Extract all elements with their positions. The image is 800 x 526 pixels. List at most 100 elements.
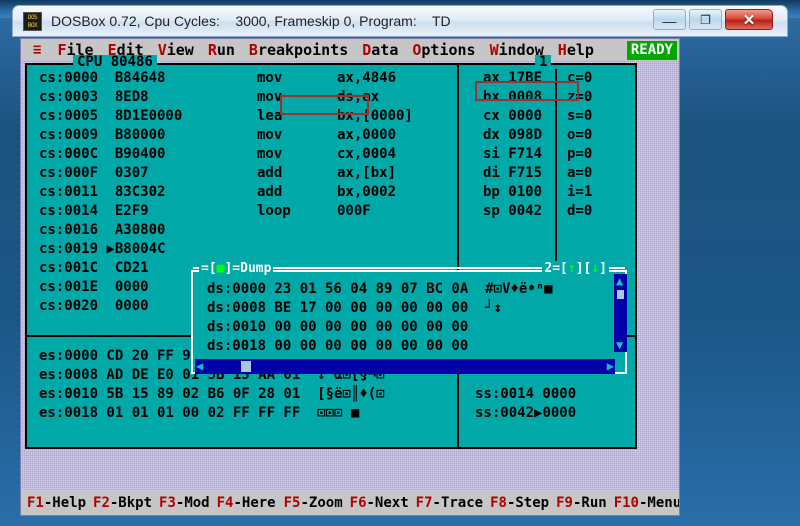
maximize-button[interactable]: ❐ <box>689 9 722 30</box>
cpu-pane-window-number: 1 <box>535 55 552 69</box>
register-row-ax[interactable]: ax 17BE <box>483 69 542 88</box>
disassembly-row[interactable]: cs:0011 83C302 <box>39 183 199 202</box>
window-title: DOSBox 0.72, Cpu Cycles: 3000, Frameskip… <box>51 13 451 29</box>
dosbox-screen: ≡ File Edit View Run Breakpoints Data Op… <box>20 38 680 516</box>
disassembly-mnemonic: mov <box>257 127 308 143</box>
dump-row[interactable]: ds:0018 00 00 00 00 00 00 00 00 <box>207 337 485 356</box>
register-row-bp[interactable]: bp 0100 <box>483 183 542 202</box>
dump-horizontal-scrollbar[interactable]: ◀ ▶ <box>195 359 615 374</box>
menu-item-data[interactable]: Data <box>355 39 405 61</box>
td-workspace: CPU 80486 1 cs:0000 B84648 mov ax,4846 cs… <box>25 55 637 449</box>
close-button[interactable]: ✕ <box>725 9 773 30</box>
function-key-f5[interactable]: F5-Zoom <box>284 495 350 511</box>
dump-window-title: =[■]=Dump <box>199 261 274 276</box>
register-row-sp[interactable]: sp 0042 <box>483 202 542 221</box>
window-titlebar[interactable]: DOS BOX DOSBox 0.72, Cpu Cycles: 3000, Fr… <box>12 5 788 37</box>
function-key-label: F10 <box>613 495 639 511</box>
flag-row-s[interactable]: s=0 <box>567 107 592 126</box>
disassembly-row[interactable]: cs:001C CD21 <box>39 259 199 278</box>
function-key-label: F7 <box>415 495 433 511</box>
disassembly-row[interactable]: cs:0005 8D1E0000 <box>39 107 199 126</box>
memory-row[interactable]: es:0018 01 01 01 00 02 FF FF FF ⊡⊡⊡ ■ <box>39 404 359 423</box>
register-row-cx[interactable]: cx 0000 <box>483 107 542 126</box>
flag-row-d[interactable]: d=0 <box>567 202 592 221</box>
memory-row[interactable]: es:0010 5B 15 89 02 B6 0F 28 01 [§ë⊡║♦(⊡ <box>39 385 385 404</box>
dump-window-scroll-indicators: 2=[↑][↓] <box>542 261 609 276</box>
disassembly-operands: ds,ax <box>337 89 380 105</box>
scrollbar-right-arrow-icon[interactable]: ▶ <box>607 360 614 372</box>
flag-row-c[interactable]: c=0 <box>567 69 592 88</box>
disassembly-row[interactable]: cs:0000 B84648 <box>39 69 199 88</box>
dosbox-app-icon: DOS BOX <box>23 12 42 31</box>
flag-row-i[interactable]: i=1 <box>567 183 592 202</box>
function-key-f3[interactable]: F3-Mod <box>159 495 217 511</box>
function-key-f6[interactable]: F6-Next <box>350 495 416 511</box>
function-key-f9[interactable]: F9-Run <box>556 495 614 511</box>
disassembly-operands: bx,[0000] <box>337 108 413 124</box>
disassembly-row[interactable]: cs:000C B90400 <box>39 145 199 164</box>
disassembly-row[interactable]: cs:0020 0000 <box>39 297 199 316</box>
menu-item-breakpoints[interactable]: Breakpoints <box>242 39 355 61</box>
function-key-f4[interactable]: F4-Here <box>217 495 283 511</box>
function-key-label: F4 <box>216 495 234 511</box>
menu-item-help[interactable]: Help <box>551 39 601 61</box>
function-key-label: F8 <box>490 495 507 511</box>
disassembly-mnemonic: add <box>257 184 308 200</box>
register-row-dx[interactable]: dx 098D <box>483 126 542 145</box>
disassembly-mnemonic: add <box>257 165 308 181</box>
scrollbar-up-arrow-icon[interactable]: ▲ <box>616 275 623 287</box>
disassembly-mnemonic: loop <box>257 203 308 219</box>
maximize-icon: ❐ <box>700 13 711 27</box>
minimize-button[interactable]: — <box>653 9 686 30</box>
stack-row[interactable]: ss:0042▶0000 <box>475 404 576 423</box>
register-row-si[interactable]: si F714 <box>483 145 542 164</box>
vertical-scroll-thumb[interactable] <box>617 290 624 299</box>
disassembly-operands: 000F <box>337 203 371 219</box>
scroll-up-icon: ↑ <box>567 261 576 276</box>
dump-window[interactable]: =[■]=Dump 2=[↑][↓] ds:0000 23 01 56 04 8… <box>191 261 627 374</box>
flag-row-a[interactable]: a=0 <box>567 164 592 183</box>
function-key-f1[interactable]: F1-Help <box>27 495 93 511</box>
disassembly-row[interactable]: cs:0009 B80000 <box>39 126 199 145</box>
dump-window-number: 2 <box>544 261 553 276</box>
disassembly-operands: ax,4846 <box>337 70 397 86</box>
horizontal-scroll-thumb[interactable] <box>241 361 251 372</box>
disassembly-row[interactable]: cs:0003 8ED8 <box>39 88 199 107</box>
function-key-f2[interactable]: F2-Bkpt <box>93 495 159 511</box>
dump-row[interactable]: ds:0008 BE 17 00 00 00 00 00 00 ┘↕ <box>207 299 502 318</box>
dump-window-titlebar[interactable]: =[■]=Dump 2=[↑][↓] <box>193 261 625 276</box>
disassembly-mnemonic: lea <box>257 108 308 124</box>
flag-row-o[interactable]: o=0 <box>567 126 592 145</box>
disassembly-row[interactable]: cs:0016 A30800 <box>39 221 199 240</box>
disassembly-operands: cx,0004 <box>337 146 397 162</box>
function-key-bar: F1-Help F2-Bkpt F3-Mod F4-Here F5-Zoom F6-Nex… <box>21 491 679 515</box>
scrollbar-left-arrow-icon[interactable]: ◀ <box>196 360 203 372</box>
disassembly-row[interactable]: cs:0019 ▶B8004C <box>39 240 199 259</box>
function-key-label: F2 <box>93 495 110 511</box>
current-instruction-pointer-icon: ▶ <box>106 241 115 257</box>
function-key-f10[interactable]: F10-Menu <box>613 495 679 511</box>
function-key-f8[interactable]: F8-Step <box>490 495 556 511</box>
disassembly-row[interactable]: cs:001E 0000 <box>39 278 199 297</box>
flag-row-z[interactable]: z=0 <box>567 88 592 107</box>
stack-row[interactable]: ss:0014 0000 <box>475 385 576 404</box>
menu-item-view[interactable]: View <box>151 39 201 61</box>
disassembly-row[interactable]: cs:0014 E2F9 <box>39 202 199 221</box>
flag-row-p[interactable]: p=0 <box>567 145 592 164</box>
minimize-icon: — <box>662 13 677 29</box>
disassembly-mnemonic: mov <box>257 89 308 105</box>
disassembly-row[interactable]: cs:000F 0307 <box>39 164 199 183</box>
scrollbar-down-arrow-icon[interactable]: ▼ <box>616 339 623 351</box>
menu-item-options[interactable]: Options <box>405 39 482 61</box>
stack-pointer-icon: ▶ <box>534 405 543 421</box>
register-row-bx[interactable]: bx 0008 <box>483 88 542 107</box>
dump-vertical-scrollbar[interactable]: ▲ ▼ <box>614 274 627 352</box>
register-row-di[interactable]: di F715 <box>483 164 542 183</box>
dump-row[interactable]: ds:0000 23 01 56 04 89 07 BC 0A #⊡V♦ë•ⁿ■ <box>207 280 553 299</box>
function-key-f7[interactable]: F7-Trace <box>416 495 490 511</box>
menu-item-run[interactable]: Run <box>201 39 242 61</box>
function-key-label: F6 <box>349 495 367 511</box>
menu-item-system[interactable]: ≡ <box>21 39 50 61</box>
disassembly-operands: ax,0000 <box>337 127 397 143</box>
dump-row[interactable]: ds:0010 00 00 00 00 00 00 00 00 <box>207 318 485 337</box>
